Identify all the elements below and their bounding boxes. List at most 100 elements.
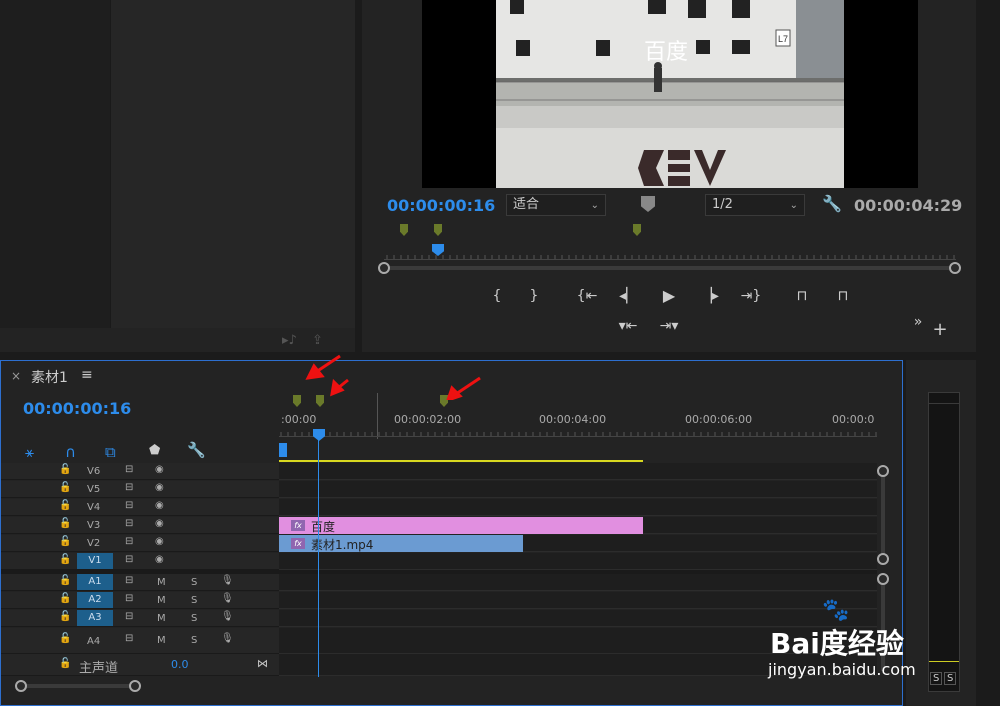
microphone-icon[interactable]: 🎙: [221, 633, 234, 644]
track-header-v2[interactable]: 🔓 V2 ⊟ ◉: [1, 535, 279, 552]
scroll-handle[interactable]: [15, 680, 27, 692]
lift-button[interactable]: ⊓: [790, 286, 814, 306]
scroll-handle[interactable]: [129, 680, 141, 692]
sync-icon[interactable]: ⊟: [125, 611, 133, 622]
track-lane-v2[interactable]: fx 素材1.mp4: [279, 535, 877, 552]
track-target[interactable]: V1: [77, 553, 113, 569]
add-marker-icon[interactable]: [641, 196, 655, 212]
scroll-handle[interactable]: [877, 573, 889, 585]
microphone-icon[interactable]: 🎙: [221, 593, 234, 604]
go-to-in-button[interactable]: {⇤: [575, 286, 599, 306]
track-header-a4[interactable]: 🔓 A4 ⊟ M S 🎙: [1, 628, 279, 654]
master-track-header[interactable]: 🔓 主声道 0.0 ⋈: [1, 654, 279, 676]
solo-right-button[interactable]: S: [944, 672, 957, 685]
title-clip[interactable]: fx 百度: [279, 517, 643, 534]
sync-icon[interactable]: ⊟: [125, 593, 133, 604]
wrench-icon[interactable]: 🔧: [822, 194, 842, 213]
snap-magnet-icon[interactable]: ∩: [65, 443, 76, 461]
track-lane-v3[interactable]: fx 百度: [279, 517, 877, 534]
export-icon[interactable]: ⇪: [312, 333, 323, 348]
track-lane-a1[interactable]: [279, 574, 877, 591]
solo-button[interactable]: S: [191, 595, 197, 606]
lock-icon[interactable]: 🔓: [59, 554, 71, 565]
playhead-timecode[interactable]: 00:00:00:16: [387, 196, 495, 215]
track-lane-v1[interactable]: [279, 553, 877, 570]
track-header-v6[interactable]: 🔓 V6 ⊟ ◉: [1, 463, 279, 480]
marker[interactable]: [400, 224, 408, 236]
wrench-icon[interactable]: 🔧: [187, 441, 206, 459]
lock-icon[interactable]: 🔓: [59, 464, 71, 475]
lock-icon[interactable]: 🔓: [59, 658, 71, 669]
playhead-icon[interactable]: [313, 429, 325, 441]
go-to-edge-icon[interactable]: ⋈: [257, 657, 268, 670]
marker[interactable]: [633, 224, 641, 236]
resolution-dropdown[interactable]: 1/2 ⌄: [705, 194, 805, 216]
solo-button[interactable]: S: [191, 613, 197, 624]
extract-button[interactable]: ⊓: [831, 286, 855, 306]
lock-icon[interactable]: 🔓: [59, 611, 71, 622]
scroll-handle[interactable]: [877, 553, 889, 565]
nest-icon[interactable]: ⚹: [25, 443, 34, 461]
track-header-a1[interactable]: 🔓 A1 ⊟ M S 🎙: [1, 574, 279, 591]
scroll-handle[interactable]: [877, 465, 889, 477]
sync-icon[interactable]: ⊟: [125, 518, 133, 529]
eye-icon[interactable]: ◉: [155, 554, 164, 565]
track-header-a3[interactable]: 🔓 A3 ⊟ M S 🎙: [1, 610, 279, 627]
mark-out-button[interactable]: }: [522, 286, 546, 306]
lock-icon[interactable]: 🔓: [59, 518, 71, 529]
track-target[interactable]: A2: [77, 592, 113, 608]
audio-icon[interactable]: ▸♪: [282, 333, 297, 348]
play-button[interactable]: ▶: [657, 286, 681, 306]
mute-button[interactable]: M: [157, 613, 166, 624]
track-target[interactable]: A3: [77, 610, 113, 626]
lock-icon[interactable]: 🔓: [59, 633, 71, 644]
sync-icon[interactable]: ⊟: [125, 554, 133, 565]
sync-icon[interactable]: ⊟: [125, 464, 133, 475]
mark-in-button[interactable]: {: [485, 286, 509, 306]
insert-button[interactable]: ▾⇤: [616, 316, 640, 336]
zoom-right-handle[interactable]: [949, 262, 961, 274]
more-icon[interactable]: »: [906, 312, 930, 332]
mute-button[interactable]: M: [157, 635, 166, 646]
add-button-icon[interactable]: +: [928, 320, 952, 340]
microphone-icon[interactable]: 🎙: [221, 611, 234, 622]
playhead-line[interactable]: [318, 439, 319, 677]
sync-icon[interactable]: ⊟: [125, 482, 133, 493]
sync-icon[interactable]: ⊟: [125, 536, 133, 547]
sync-icon[interactable]: ⊟: [125, 633, 133, 644]
sync-icon[interactable]: ⊟: [125, 500, 133, 511]
lock-icon[interactable]: 🔓: [59, 500, 71, 511]
track-lane-v5[interactable]: [279, 481, 877, 498]
master-volume[interactable]: 0.0: [171, 658, 189, 671]
track-header-a2[interactable]: 🔓 A2 ⊟ M S 🎙: [1, 592, 279, 609]
track-header-v1[interactable]: 🔓 V1 ⊟ ◉: [1, 553, 279, 570]
marker[interactable]: [434, 224, 442, 236]
solo-button[interactable]: S: [191, 577, 197, 588]
zoom-dropdown[interactable]: 适合 ⌄: [506, 194, 606, 216]
track-target[interactable]: A1: [77, 574, 113, 590]
eye-icon[interactable]: ◉: [155, 482, 164, 493]
eye-icon[interactable]: ◉: [155, 536, 164, 547]
lock-icon[interactable]: 🔓: [59, 593, 71, 604]
program-time-ruler[interactable]: [384, 248, 956, 260]
step-forward-button[interactable]: ▕▸: [698, 286, 722, 306]
microphone-icon[interactable]: 🎙: [221, 575, 234, 586]
lock-icon[interactable]: 🔓: [59, 482, 71, 493]
track-lane-v4[interactable]: [279, 499, 877, 516]
go-to-out-button[interactable]: ⇥}: [739, 286, 763, 306]
track-header-v5[interactable]: 🔓 V5 ⊟ ◉: [1, 481, 279, 498]
eye-icon[interactable]: ◉: [155, 464, 164, 475]
track-header-v4[interactable]: 🔓 V4 ⊟ ◉: [1, 499, 279, 516]
zoom-left-handle[interactable]: [378, 262, 390, 274]
video-scrollbar[interactable]: [881, 471, 885, 561]
eye-icon[interactable]: ◉: [155, 500, 164, 511]
add-marker-icon[interactable]: ⬟: [149, 443, 160, 458]
mute-button[interactable]: M: [157, 595, 166, 606]
lock-icon[interactable]: 🔓: [59, 536, 71, 547]
step-back-button[interactable]: ◂▏: [616, 286, 640, 306]
horizontal-scrollbar[interactable]: [21, 684, 135, 688]
overwrite-button[interactable]: ⇥▾: [657, 316, 681, 336]
work-area-start[interactable]: [279, 443, 287, 457]
linked-selection-icon[interactable]: ⧉: [105, 443, 116, 461]
track-lane-v6[interactable]: [279, 463, 877, 480]
